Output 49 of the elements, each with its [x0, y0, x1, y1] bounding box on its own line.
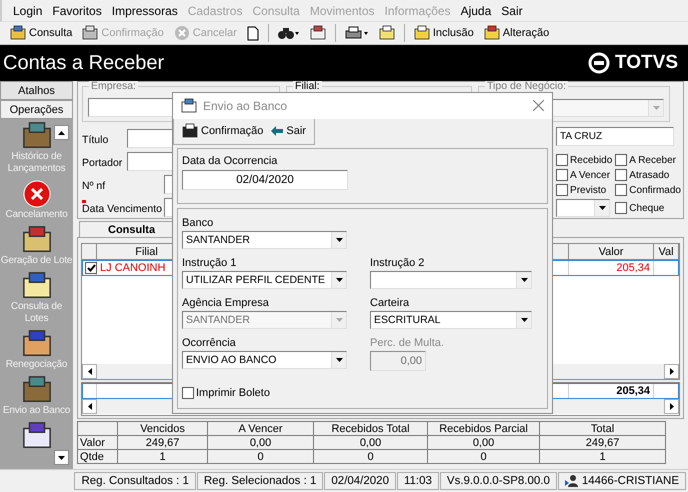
row-header: Valor [78, 436, 118, 450]
field-label: Nº nf [82, 179, 106, 192]
group-legend: Empresa: [89, 81, 138, 92]
row-header: Qtde [78, 450, 118, 464]
checkbox-label: Atrasado [629, 170, 670, 180]
field-label: Portador [82, 156, 124, 169]
table-cell: 205,34 [569, 260, 654, 276]
status-item: Reg. Consultados : 1 [74, 472, 196, 490]
column-header: Vencidos [118, 422, 208, 436]
group-legend: Filial: [293, 81, 322, 92]
checkbox-label: Imprimir Boleto [196, 387, 270, 400]
table-cell: 249,67 [540, 436, 666, 450]
table-cell: 0 [208, 450, 314, 464]
table-cell: 1 [540, 450, 666, 464]
status-item: 11:03 [396, 472, 439, 490]
table-cell: 0,00 [314, 436, 428, 450]
field-label: Título [82, 133, 110, 146]
table-cell: 249,67 [118, 436, 208, 450]
field-label: Agência Empresa [182, 297, 270, 310]
group-legend: Tipo de Negócio: [485, 81, 568, 92]
column-header: Recebidos Parcial [428, 422, 540, 436]
checkbox-label: Recebido [570, 154, 612, 166]
status-item: 14466-CRISTIANE [558, 472, 686, 490]
field-label: Carteira [370, 297, 410, 310]
checkbox-label: Confirmado [629, 184, 681, 196]
column-header: Recebidos Total [314, 422, 428, 436]
field-label: Instrução 2 [370, 257, 426, 270]
table-cell: 0,00 [428, 436, 540, 450]
field-label: Perc. de Multa. [370, 337, 445, 350]
table-cell: 1 [118, 450, 208, 464]
field-label: Data Vencimento [82, 200, 164, 215]
table-cell: 0 [428, 450, 540, 464]
field-label: Data da Ocorrencia [182, 154, 278, 167]
dialog-title: Envio ao Banco [203, 98, 288, 113]
status-item: 02/04/2020 [324, 472, 396, 490]
field-label: Ocorrência [182, 337, 237, 350]
checkbox-label: A Receber [629, 154, 676, 166]
column-header: A Vencer [208, 422, 314, 436]
checkbox-label: A Vencer [570, 170, 610, 180]
status-item: Reg. Selecionados : 1 [196, 472, 324, 490]
window-title: Contas a Receber [3, 52, 164, 74]
column-header: Total [540, 422, 666, 436]
table-cell: 0 [314, 450, 428, 464]
table-cell: 0,00 [208, 436, 314, 450]
field-label: Banco [182, 217, 214, 230]
checkbox-label: Previsto [570, 184, 606, 196]
logo-text: TOTVS [615, 52, 678, 74]
status-item: Vs.9.0.0.0-SP8.00.0 [440, 472, 557, 490]
checkbox-label: Cheque [629, 202, 664, 214]
